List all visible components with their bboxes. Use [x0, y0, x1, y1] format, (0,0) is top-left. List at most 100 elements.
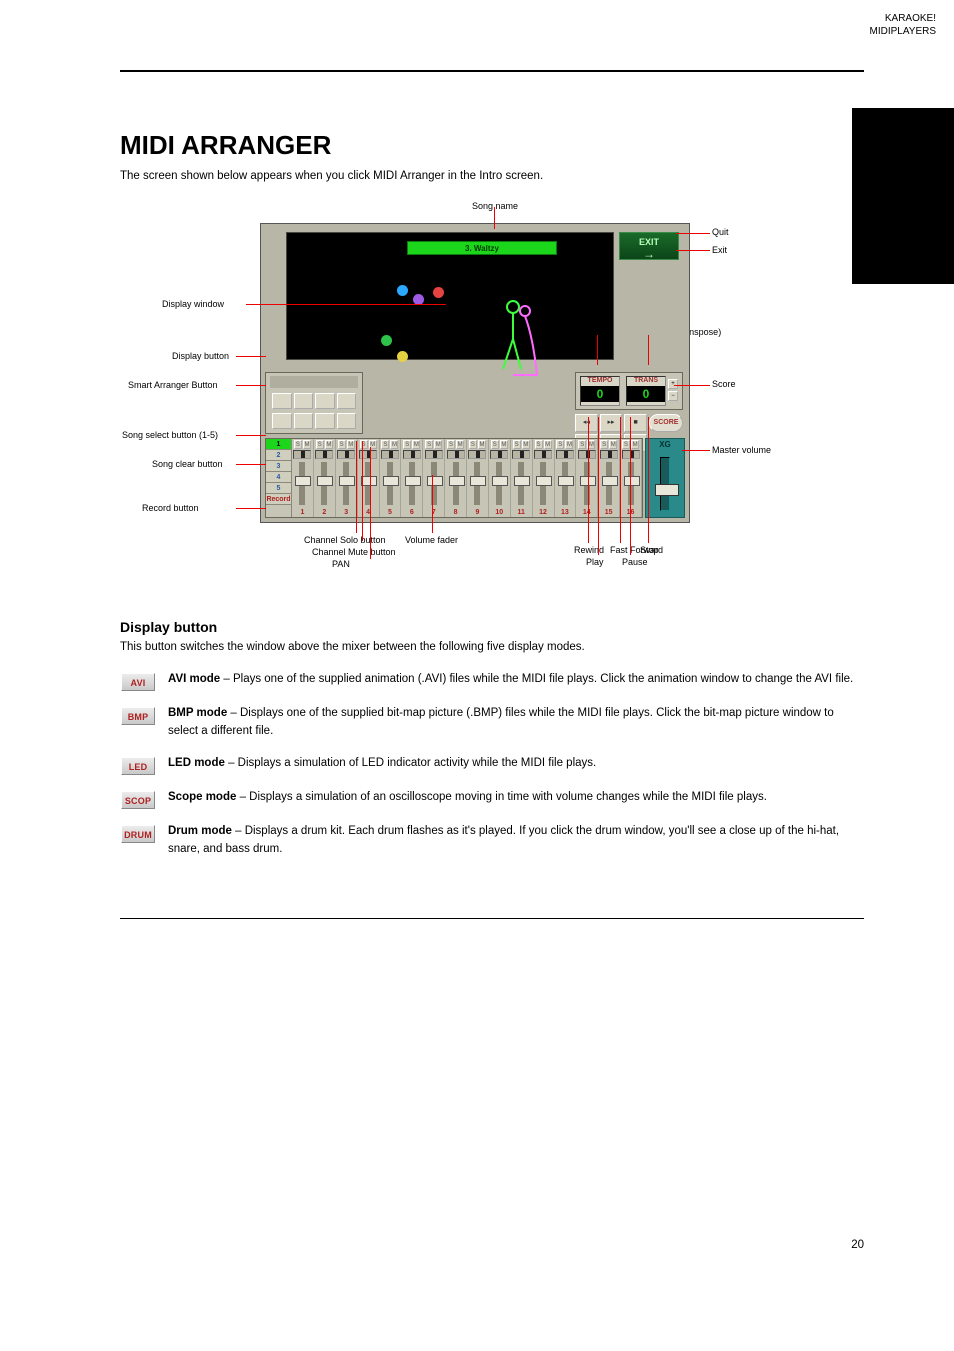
callout-volume-fader: Volume fader	[405, 535, 458, 546]
callout-pause: Pause	[622, 557, 648, 568]
pan-knob[interactable]	[600, 450, 618, 459]
solo-button[interactable]: S	[622, 440, 630, 449]
bmp-mode-text: BMP mode – Displays one of the supplied …	[168, 705, 864, 741]
mute-button[interactable]: M	[478, 440, 486, 449]
page-number: 20	[851, 1239, 864, 1251]
mute-button[interactable]: M	[434, 440, 442, 449]
exit-button[interactable]: EXIT	[619, 232, 679, 260]
display-mode-entry: AVI AVI mode – Plays one of the supplied…	[120, 671, 864, 691]
solo-button[interactable]: S	[513, 440, 521, 449]
solo-button[interactable]: S	[491, 440, 499, 449]
solo-button[interactable]: S	[360, 440, 368, 449]
display-mode-button[interactable]	[315, 393, 335, 409]
mute-button[interactable]: M	[347, 440, 355, 449]
pan-knob[interactable]	[556, 450, 574, 459]
pan-knob[interactable]	[578, 450, 596, 459]
volume-fader[interactable]	[343, 462, 349, 505]
solo-button[interactable]: S	[338, 440, 346, 449]
mute-button[interactable]: M	[456, 440, 464, 449]
volume-fader[interactable]	[321, 462, 327, 505]
solo-button[interactable]: S	[425, 440, 433, 449]
solo-button[interactable]: S	[556, 440, 564, 449]
solo-button[interactable]: S	[578, 440, 586, 449]
song-select-button[interactable]: 1	[266, 439, 291, 450]
solo-button[interactable]: S	[316, 440, 324, 449]
pan-knob[interactable]	[490, 450, 508, 459]
mute-button[interactable]: M	[565, 440, 573, 449]
callout-play: Play	[586, 557, 604, 568]
mute-button[interactable]: M	[390, 440, 398, 449]
pan-knob[interactable]	[403, 450, 421, 459]
mute-button[interactable]: M	[500, 440, 508, 449]
score-button[interactable]: SCORE	[649, 414, 683, 432]
solo-button[interactable]: S	[600, 440, 608, 449]
mixer-channel: SM7	[423, 439, 445, 517]
step-down-button[interactable]: −	[668, 391, 678, 401]
volume-fader[interactable]	[606, 462, 612, 505]
song-select-button[interactable]: 2	[266, 450, 291, 461]
section-heading: MIDI ARRANGER	[120, 130, 864, 161]
solo-button[interactable]: S	[469, 440, 477, 449]
mute-button[interactable]: M	[544, 440, 552, 449]
callout-rewind: Rewind	[574, 545, 604, 556]
volume-fader[interactable]	[540, 462, 546, 505]
display-window[interactable]: 3. Waltzy	[286, 232, 614, 360]
fast-forward-button[interactable]: ▸▸	[600, 414, 623, 432]
mixer-channel: SM11	[511, 439, 533, 517]
pan-knob[interactable]	[293, 450, 311, 459]
display-mode-entry: LED LED mode – Displays a simulation of …	[120, 755, 864, 775]
mute-button[interactable]: M	[522, 440, 530, 449]
solo-button[interactable]: S	[381, 440, 389, 449]
solo-button[interactable]: S	[294, 440, 302, 449]
pan-knob[interactable]	[425, 450, 443, 459]
display-mode-button[interactable]	[337, 393, 357, 409]
volume-fader[interactable]	[474, 462, 480, 505]
volume-fader[interactable]	[518, 462, 524, 505]
song-select-column: 1 2 3 4 5 Record	[266, 439, 292, 517]
mixer-channel: SM13	[555, 439, 577, 517]
rewind-button[interactable]: ◂◂	[575, 414, 598, 432]
smart-arranger-button[interactable]	[272, 413, 292, 429]
callout-song-select: Song select button (1-5)	[122, 430, 218, 441]
display-mode-button[interactable]	[294, 393, 314, 409]
rule-bottom	[120, 918, 864, 919]
mixer-channel: SM6	[401, 439, 423, 517]
mute-button[interactable]: M	[609, 440, 617, 449]
step-up-button[interactable]: +	[668, 379, 678, 389]
song-select-button[interactable]: 3	[266, 461, 291, 472]
pan-knob[interactable]	[534, 450, 552, 459]
song-select-button[interactable]: 4	[266, 472, 291, 483]
mute-button[interactable]: M	[412, 440, 420, 449]
solo-button[interactable]: S	[403, 440, 411, 449]
callout-channel-mute: Channel Mute button	[312, 547, 396, 558]
smart-arranger-button[interactable]	[315, 413, 335, 429]
pan-knob[interactable]	[337, 450, 355, 459]
song-select-button[interactable]: 5	[266, 483, 291, 494]
volume-fader[interactable]	[496, 462, 502, 505]
display-mode-button[interactable]	[272, 393, 292, 409]
subsection-intro: This button switches the window above th…	[120, 639, 864, 657]
volume-fader[interactable]	[562, 462, 568, 505]
pan-knob[interactable]	[468, 450, 486, 459]
pan-knob[interactable]	[381, 450, 399, 459]
volume-fader[interactable]	[409, 462, 415, 505]
mute-button[interactable]: M	[631, 440, 639, 449]
mute-button[interactable]: M	[325, 440, 333, 449]
smart-arranger-button[interactable]	[337, 413, 357, 429]
pan-knob[interactable]	[447, 450, 465, 459]
song-record-button[interactable]: Record	[266, 494, 291, 505]
callout-rec-button: Record button	[142, 503, 199, 514]
volume-fader[interactable]	[299, 462, 305, 505]
volume-fader[interactable]	[387, 462, 393, 505]
callout-song-clear: Song clear button	[152, 459, 223, 470]
mute-button[interactable]: M	[303, 440, 311, 449]
pan-knob[interactable]	[315, 450, 333, 459]
master-volume-fader[interactable]	[660, 457, 670, 511]
stop-button[interactable]: ■	[624, 414, 647, 432]
volume-fader[interactable]	[453, 462, 459, 505]
smart-arranger-button[interactable]	[294, 413, 314, 429]
solo-button[interactable]: S	[447, 440, 455, 449]
solo-button[interactable]: S	[535, 440, 543, 449]
pan-knob[interactable]	[512, 450, 530, 459]
drum-mode-text: Drum mode – Displays a drum kit. Each dr…	[168, 823, 864, 859]
